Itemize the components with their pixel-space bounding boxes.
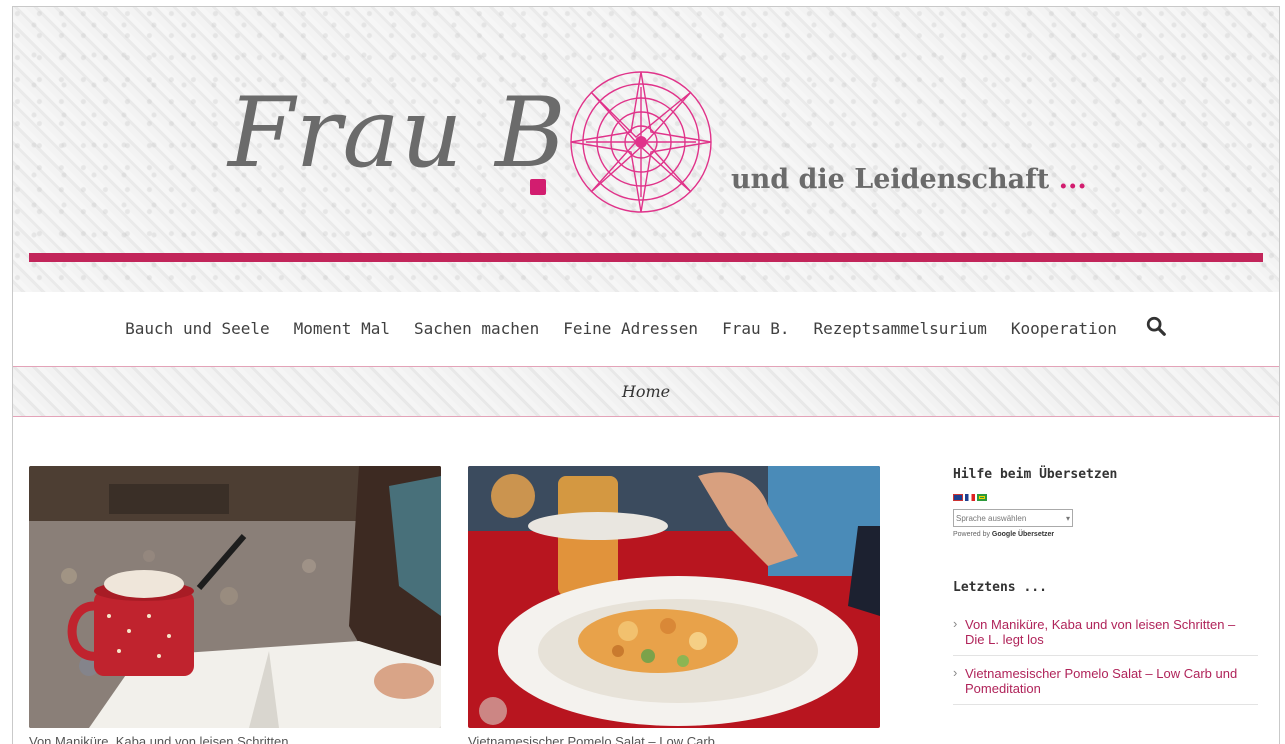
post-image-cocoa[interactable] xyxy=(29,466,441,728)
language-select[interactable]: Sprache auswählen ▾ xyxy=(953,509,1073,527)
tagline-text: und die Leidenschaft xyxy=(731,164,1050,195)
nav-item-frau-b[interactable]: Frau B. xyxy=(722,319,789,338)
search-button[interactable] xyxy=(1141,315,1167,341)
google-translate-link[interactable]: Google Übersetzer xyxy=(992,531,1054,538)
site-logo-text[interactable]: Frau B xyxy=(228,85,567,181)
recent-posts-list: Von Maniküre, Kaba und von leisen Schrit… xyxy=(953,607,1258,705)
powered-by-google: Powered by Google Übersetzer xyxy=(953,531,1273,538)
nav-item-sachen-machen[interactable]: Sachen machen xyxy=(414,319,539,338)
powered-by-label: Powered by xyxy=(953,531,990,538)
sidebar: Hilfe beim Übersetzen Sprache auswählen … xyxy=(953,467,1273,705)
nav-item-bauch-und-seele[interactable]: Bauch und Seele xyxy=(125,319,270,338)
nav-item-moment-mal[interactable]: Moment Mal xyxy=(294,319,390,338)
site-tagline: und die Leidenschaft ... xyxy=(731,164,1087,195)
nav-item-kooperation[interactable]: Kooperation xyxy=(1011,319,1117,338)
recent-post-link[interactable]: Vietnamesischer Pomelo Salat – Low Carb … xyxy=(953,656,1258,705)
post-title[interactable]: Vietnamesischer Pomelo Salat – Low Carb xyxy=(468,734,880,744)
header-accent-bar xyxy=(29,253,1263,262)
search-icon[interactable] xyxy=(1145,315,1167,337)
brazil-flag-icon[interactable] xyxy=(977,494,987,501)
cocoa-cup-reading-book-photo xyxy=(29,466,441,728)
breadcrumb-home[interactable]: Home xyxy=(622,382,670,401)
logo-dot xyxy=(530,179,546,195)
recent-post-link[interactable]: Von Maniküre, Kaba und von leisen Schrit… xyxy=(953,607,1258,656)
translate-widget-title: Hilfe beim Übersetzen xyxy=(953,467,1118,482)
chevron-down-icon: ▾ xyxy=(1065,513,1070,523)
site-header: Frau B und die Leidenschaft ... xyxy=(13,7,1279,292)
page-frame: Frau B und die Leidenschaft ... Bauch un… xyxy=(12,6,1280,744)
pomelo-salad-plate-photo xyxy=(468,466,880,728)
tagline-ellipsis: ... xyxy=(1058,164,1087,195)
mandala-logo-icon[interactable] xyxy=(566,67,716,217)
post-title[interactable]: Von Maniküre, Kaba und von leisen Schrit… xyxy=(29,734,441,744)
uk-flag-icon[interactable] xyxy=(953,494,963,501)
main-navigation: Bauch und Seele Moment Mal Sachen machen… xyxy=(13,292,1279,364)
nav-divider-bottom xyxy=(13,416,1279,417)
france-flag-icon[interactable] xyxy=(965,494,975,501)
nav-item-feine-adressen[interactable]: Feine Adressen xyxy=(563,319,698,338)
recent-posts-title: Letztens ... xyxy=(953,580,1047,595)
breadcrumb: Home xyxy=(13,382,1279,401)
language-select-placeholder: Sprache auswählen xyxy=(956,513,1027,523)
nav-item-rezeptsammelsurium[interactable]: Rezeptsammelsurium xyxy=(814,319,987,338)
post-image-pomelo-salad[interactable] xyxy=(468,466,880,728)
language-flags xyxy=(953,494,1273,501)
